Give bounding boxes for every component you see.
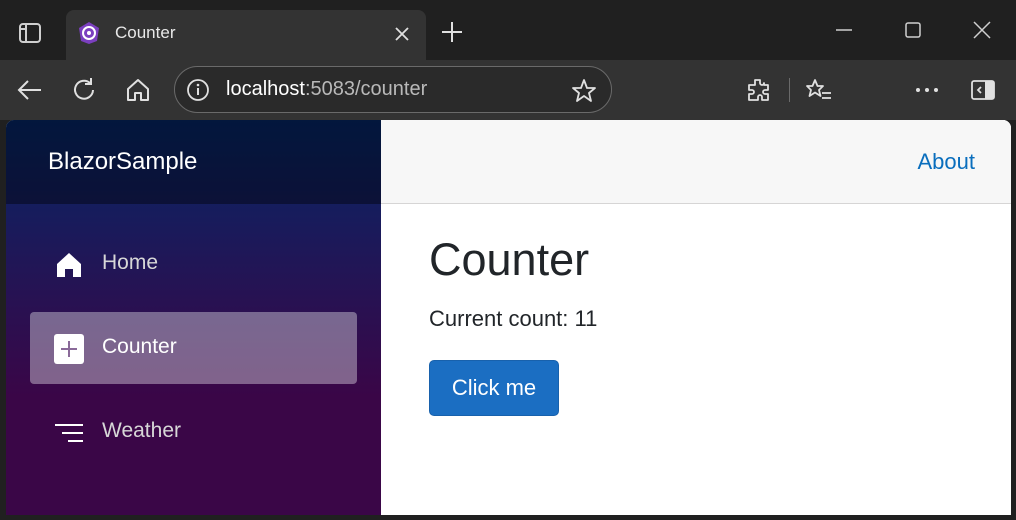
nav-item-counter[interactable]: Counter [30, 312, 357, 384]
toolbar-divider [789, 78, 790, 102]
browser-toolbar: localhost:5083/counter [0, 60, 1016, 120]
address-path: :5083/counter [304, 78, 428, 100]
maximize-icon[interactable] [890, 12, 936, 48]
nav-label-counter: Counter [102, 335, 177, 358]
top-row: About [381, 120, 1011, 204]
plus-icon[interactable] [436, 16, 468, 48]
blazor-favicon-icon [76, 20, 102, 46]
nav-label-home: Home [102, 251, 159, 274]
about-link[interactable]: About [918, 149, 976, 175]
tab-strip: Counter [0, 0, 1016, 60]
current-count-text: Current count: 11 [429, 306, 598, 331]
list-lines-icon [54, 418, 84, 448]
address-bar[interactable]: localhost:5083/counter [174, 66, 612, 113]
sidebar: BlazorSample Home Counter Weather [6, 120, 381, 515]
nav-label-weather: Weather [102, 419, 181, 442]
home-icon[interactable] [120, 72, 156, 108]
page-viewport: BlazorSample Home Counter Weather About … [6, 120, 1011, 515]
address-text[interactable]: localhost:5083/counter [226, 78, 427, 101]
nav-item-weather[interactable]: Weather [30, 396, 357, 468]
minimize-icon[interactable] [821, 12, 867, 48]
more-icon[interactable] [909, 72, 945, 108]
back-arrow-icon[interactable] [12, 72, 48, 108]
refresh-icon[interactable] [66, 72, 102, 108]
click-me-button[interactable]: Click me [429, 360, 559, 416]
nav-item-home[interactable]: Home [30, 228, 357, 300]
favorites-list-icon[interactable] [801, 72, 837, 108]
tab-title: Counter [115, 23, 176, 42]
plus-square-icon [54, 334, 84, 364]
home-icon [54, 250, 84, 280]
close-icon[interactable] [390, 22, 414, 46]
main-content: About Counter Current count: 11 Click me [381, 120, 1011, 515]
address-host: localhost [226, 78, 305, 100]
window-close-icon[interactable] [959, 12, 1005, 48]
brand-link[interactable]: BlazorSample [48, 148, 197, 176]
brand-bar: BlazorSample [6, 120, 381, 204]
info-icon[interactable] [185, 77, 211, 103]
active-tab[interactable]: Counter [66, 10, 426, 60]
puzzle-icon[interactable] [740, 72, 776, 108]
page-title: Counter [429, 234, 590, 285]
tab-actions-icon[interactable] [8, 14, 52, 52]
star-icon[interactable] [570, 77, 598, 105]
sidebar-icon[interactable] [965, 72, 1001, 108]
